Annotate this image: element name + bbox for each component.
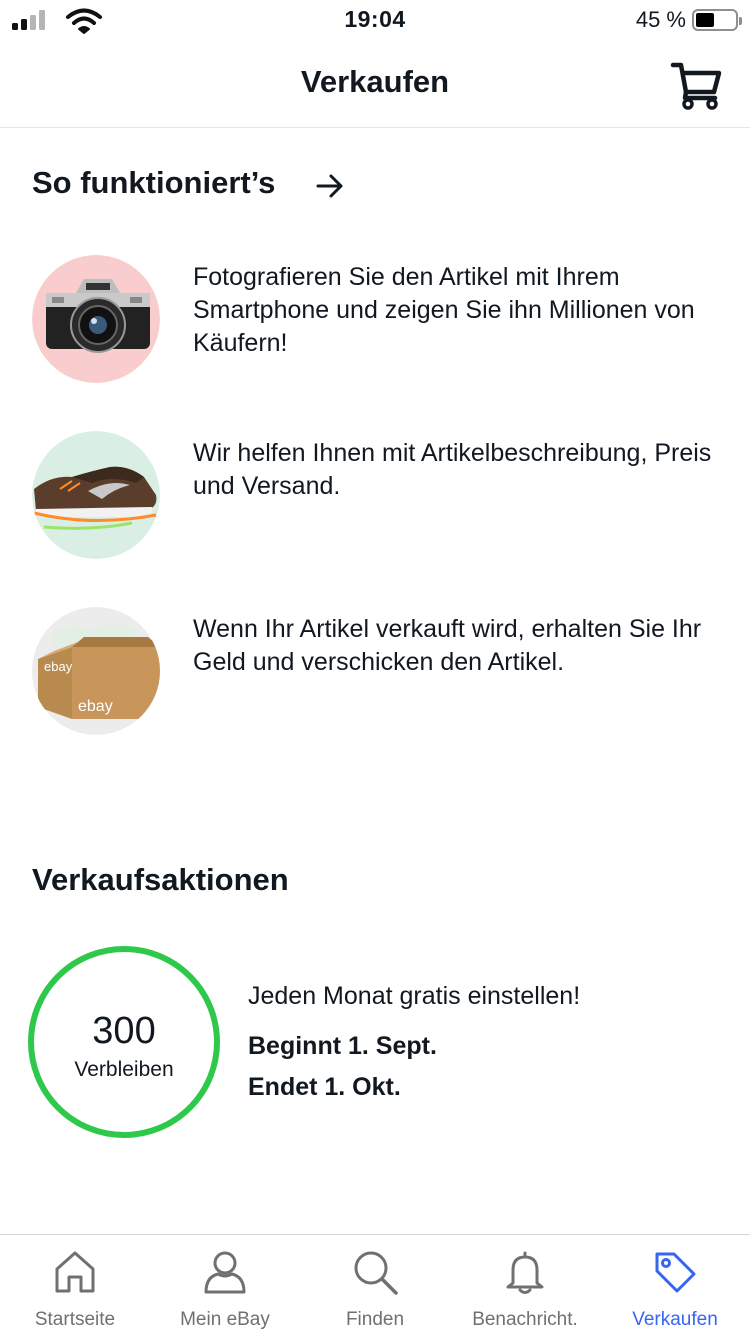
navigation-header: Verkaufen bbox=[0, 42, 750, 128]
svg-text:ebay: ebay bbox=[78, 698, 113, 715]
tab-label: Mein eBay bbox=[180, 1309, 270, 1330]
tab-label: Verkaufen bbox=[632, 1309, 718, 1330]
tab-search[interactable]: Finden bbox=[300, 1235, 450, 1334]
step-text: Fotografieren Sie den Artikel mit Ihrem … bbox=[193, 263, 695, 357]
svg-text:ebay: ebay bbox=[44, 659, 73, 674]
ebay-box-image: ebay ebay bbox=[32, 607, 160, 735]
promotion-start-date: Beginnt 1. Sept. bbox=[248, 1032, 437, 1060]
promotion-headline: Jeden Monat gratis einstellen! bbox=[248, 982, 581, 1010]
how-it-works-link[interactable]: So funktioniert’s bbox=[32, 165, 275, 201]
promotions-title: Verkaufsaktionen bbox=[32, 862, 289, 897]
tab-label: Benachricht. bbox=[472, 1309, 578, 1330]
remaining-listings-ring: 300 Verbleiben bbox=[28, 946, 220, 1138]
step-text: Wenn Ihr Artikel verkauft wird, erhalten… bbox=[193, 615, 702, 676]
how-it-works-step: Wir helfen Ihnen mit Artikelbeschreibung… bbox=[32, 431, 722, 561]
tab-home[interactable]: Startseite bbox=[0, 1235, 150, 1334]
page-title: Verkaufen bbox=[300, 64, 450, 99]
battery-percentage: 45 % bbox=[635, 7, 686, 32]
remaining-label: Verbleiben bbox=[74, 1058, 174, 1081]
tab-notifications[interactable]: Benachricht. bbox=[450, 1235, 600, 1334]
tab-label: Finden bbox=[345, 1309, 405, 1330]
tab-sell[interactable]: Verkaufen bbox=[600, 1235, 750, 1334]
promotion-end-date: Endet 1. Okt. bbox=[248, 1073, 401, 1101]
status-bar: 19:04 45 % bbox=[0, 0, 750, 42]
tab-bar: Startseite Mein eBay Finden Benachricht.… bbox=[0, 1234, 750, 1334]
how-it-works-step: Fotografieren Sie den Artikel mit Ihrem … bbox=[32, 255, 722, 385]
sneaker-image bbox=[32, 431, 160, 559]
cart-icon[interactable] bbox=[670, 60, 722, 110]
battery-icon bbox=[692, 9, 742, 31]
remaining-count: 300 bbox=[92, 1010, 156, 1052]
profile-icon bbox=[204, 1251, 246, 1294]
how-it-works-step: ebay ebay Wenn Ihr Artikel verkauft wird… bbox=[32, 607, 722, 737]
bell-icon bbox=[506, 1251, 544, 1294]
tab-my-ebay[interactable]: Mein eBay bbox=[150, 1235, 300, 1334]
tag-icon bbox=[655, 1252, 696, 1293]
camera-image bbox=[32, 255, 160, 383]
step-text: Wir helfen Ihnen mit Artikelbeschreibung… bbox=[193, 439, 712, 500]
arrow-right-icon[interactable] bbox=[314, 170, 346, 202]
search-icon bbox=[354, 1251, 398, 1295]
home-icon bbox=[55, 1251, 95, 1293]
tab-label: Startseite bbox=[34, 1309, 116, 1330]
